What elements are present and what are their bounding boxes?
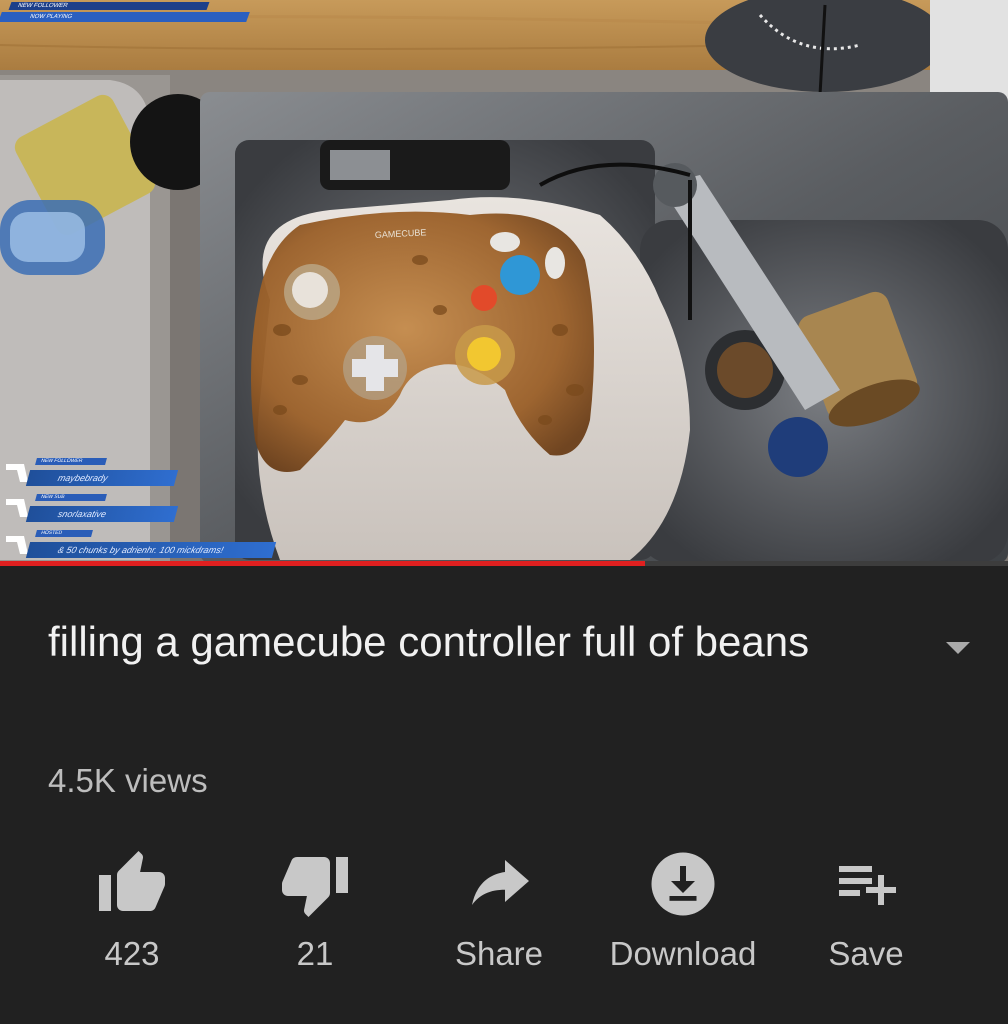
download-label: Download (609, 935, 757, 972)
playlist-add-icon (839, 866, 896, 905)
share-label: Share (454, 935, 544, 972)
video-title: filling a gamecube controller full of be… (48, 618, 810, 665)
dislike-button[interactable]: 21 (240, 840, 390, 990)
save-button[interactable]: Save (791, 840, 941, 990)
share-arrow-icon (472, 860, 529, 905)
overlay-banner-top: NEW FOLLOWER (8, 2, 210, 10)
like-button[interactable]: 423 (57, 840, 207, 990)
stream-overlay-banner: NEW FOLLOWER NOW PLAYING (0, 0, 250, 30)
overlay-tag: NEW FOLLOWER (35, 458, 107, 465)
thumbs-up-icon (99, 851, 165, 911)
thumbs-down-icon (282, 857, 348, 917)
like-count: 423 (104, 935, 160, 972)
overlay-arrow-icon (6, 499, 28, 517)
overlay-chat-line: snorlaxative (25, 506, 179, 522)
view-count: 4.5K views (48, 762, 208, 799)
video-player[interactable]: GAMECUBE NEW FOLLOWER NOW PLAYING NEW FO… (0, 0, 1008, 563)
progress-bar-fill (0, 561, 646, 566)
overlay-chat-line: maybebrady (25, 470, 179, 486)
dislike-count: 21 (296, 935, 334, 972)
download-icon (651, 852, 715, 916)
overlay-banner-now-playing: NOW PLAYING (0, 12, 250, 22)
share-button[interactable]: Share (424, 840, 574, 990)
download-button[interactable]: Download (608, 840, 758, 990)
overlay-chat-line: & 50 chunks by adrienhr. 100 mickdrams! (25, 542, 277, 558)
chevron-down-icon[interactable] (938, 628, 978, 668)
overlay-tag: HOSTED (35, 530, 93, 537)
overlay-tag: NEW SUB (35, 494, 107, 501)
progress-bar[interactable] (0, 561, 1008, 566)
save-label: Save (828, 935, 904, 972)
